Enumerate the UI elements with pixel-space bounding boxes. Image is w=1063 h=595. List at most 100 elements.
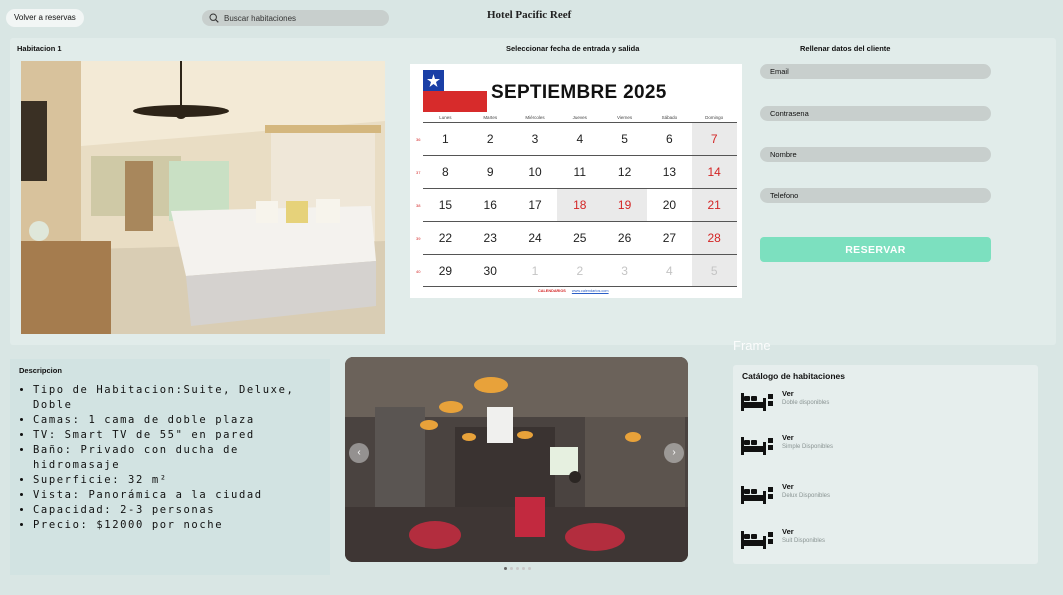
weekday-header-row: Lunes Martes Miércoles Jueves Viernes Sá… [423, 115, 737, 122]
calendar-day[interactable]: 11 [557, 156, 602, 188]
week-number: 37 [416, 170, 421, 175]
calendar-day[interactable]: 9 [468, 156, 513, 188]
catalog-item: Ver Suit Disponibles [741, 527, 971, 551]
calendar-url: www.calendarios.com [571, 289, 609, 293]
calendar-day[interactable]: 12 [602, 156, 647, 188]
weekday-label: Sábado [661, 115, 678, 120]
calendar-week: 39 22 23 24 25 26 27 28 [416, 221, 737, 254]
calendar-day[interactable]: 17 [513, 189, 558, 221]
week-number: 39 [416, 236, 421, 241]
catalog-view-link[interactable]: Ver [782, 482, 794, 491]
catalog-item: Ver Simple Disponibles [741, 433, 971, 457]
calendar-day[interactable]: 18 [557, 189, 603, 221]
calendar-day[interactable]: 6 [647, 123, 692, 155]
calendar-day[interactable]: 8 [423, 156, 468, 188]
description-item: Precio: $12000 por noche [33, 518, 323, 533]
week-number: 38 [416, 203, 421, 208]
calendar-day[interactable]: 29 [423, 255, 468, 286]
description-item: Baño: Privado con ducha de hidromasaje [33, 443, 323, 473]
chile-flag-icon [423, 70, 487, 112]
room-title: Habitacion 1 [17, 44, 62, 53]
frame-label: Frame [733, 338, 771, 353]
bed-icon [741, 393, 773, 411]
description-item: TV: Smart TV de 55" en pared [33, 428, 323, 443]
search-bar[interactable] [202, 10, 389, 26]
carousel-dot[interactable] [510, 567, 513, 570]
calendar-grid: Lunes Martes Miércoles Jueves Viernes Sá… [416, 115, 737, 288]
bed-icon [741, 531, 773, 549]
calendar-day[interactable]: 14 [691, 156, 737, 188]
catalog-item: Ver Doble disponibles [741, 389, 971, 413]
calendar-day: 1 [531, 263, 539, 278]
calendar-day[interactable]: 28 [691, 222, 737, 254]
catalog-item: Ver Delux Disponibles [741, 482, 971, 506]
carousel-dots [504, 567, 531, 570]
weekday-label: Martes [483, 115, 498, 120]
calendar-day[interactable]: 1 [423, 123, 468, 155]
description-panel: Descripcion Tipo de Habitacion:Suite, De… [10, 359, 330, 575]
description-item: Vista: Panorámica a la ciudad [33, 488, 323, 503]
calendar-day[interactable]: 5 [602, 123, 647, 155]
calendar-day[interactable]: 26 [602, 222, 647, 254]
hotel-name: Hotel Pacific Reef [487, 9, 572, 21]
catalog-view-link[interactable]: Ver [782, 389, 794, 398]
weekday-label: Lunes [439, 115, 452, 120]
calendar-day[interactable]: 2 [468, 123, 513, 155]
description-item: Capacidad: 2-3 personas [33, 503, 323, 518]
calendar-month: SEPTIEMBRE 2025 [491, 82, 667, 103]
weekday-label: Miércoles [525, 115, 545, 120]
client-form-title: Rellenar datos del cliente [800, 44, 891, 53]
photo-carousel[interactable]: ‹ › [345, 357, 688, 562]
catalog-item-subtitle: Doble disponibles [782, 400, 830, 406]
carousel-dot[interactable] [516, 567, 519, 570]
reserve-button[interactable]: RESERVAR [760, 237, 991, 262]
search-input[interactable] [224, 13, 374, 23]
calendar-day[interactable]: 22 [423, 222, 468, 254]
description-list: Tipo de Habitacion:Suite, Deluxe, Doble … [33, 383, 323, 533]
week-number: 40 [416, 269, 421, 274]
catalog-view-link[interactable]: Ver [782, 527, 794, 536]
calendar-day[interactable]: 21 [691, 189, 737, 221]
weekday-label: Viernes [616, 115, 633, 120]
back-to-reservations-button[interactable]: Volver a reservas [6, 9, 84, 27]
calendar-brand: CALENDARIOS [538, 289, 566, 293]
carousel-dot[interactable] [522, 567, 525, 570]
calendar-section-title: Seleccionar fecha de entrada y salida [506, 44, 640, 53]
catalog-item-subtitle: Suit Disponibles [782, 538, 826, 544]
calendar-day[interactable]: 16 [468, 189, 513, 221]
calendar-day[interactable]: 4 [557, 123, 602, 155]
catalog-view-link[interactable]: Ver [782, 433, 794, 442]
description-item: Tipo de Habitacion:Suite, Deluxe, Doble [33, 383, 323, 413]
room-photo [21, 61, 385, 334]
carousel-prev-button[interactable]: ‹ [349, 443, 369, 463]
calendar-day[interactable]: 15 [423, 189, 468, 221]
calendar-day[interactable]: 10 [513, 156, 558, 188]
carousel-next-button[interactable]: › [664, 443, 684, 463]
calendar-footer: CALENDARIOS www.calendarios.com [538, 289, 609, 293]
catalog-item-subtitle: Simple Disponibles [782, 444, 834, 450]
calendar-day[interactable]: 23 [468, 222, 513, 254]
date-picker-calendar[interactable]: SEPTIEMBRE 2025 Lunes Martes Miércoles J… [410, 64, 742, 298]
email-field[interactable] [760, 64, 991, 79]
weekday-label: Jueves [572, 115, 587, 120]
carousel-dot[interactable] [504, 567, 507, 570]
carousel-dot[interactable] [528, 567, 531, 570]
calendar-day[interactable]: 13 [647, 156, 692, 188]
calendar-day: 3 [621, 263, 628, 278]
calendar-day[interactable]: 25 [557, 222, 602, 254]
calendar-day[interactable]: 24 [513, 222, 558, 254]
phone-field[interactable] [760, 188, 991, 203]
calendar-day[interactable]: 7 [691, 123, 737, 155]
calendar-day[interactable]: 19 [602, 189, 647, 221]
weekday-label: Domingo [705, 115, 724, 120]
description-item: Camas: 1 cama de doble plaza [33, 413, 323, 428]
name-field[interactable] [760, 147, 991, 162]
calendar-day[interactable]: 20 [647, 189, 692, 221]
calendar-day[interactable]: 3 [513, 123, 558, 155]
calendar-day[interactable]: 30 [468, 255, 513, 286]
calendar-week: 37 8 9 10 11 12 13 14 [416, 155, 737, 188]
search-icon [209, 13, 219, 23]
week-number: 36 [416, 137, 421, 142]
password-field[interactable] [760, 106, 991, 121]
calendar-day[interactable]: 27 [647, 222, 692, 254]
